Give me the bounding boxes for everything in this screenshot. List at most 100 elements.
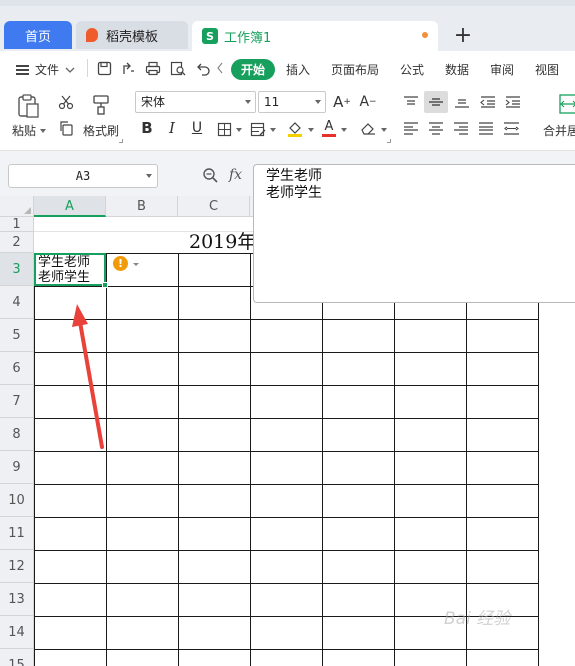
row-header-11[interactable]: 11 [0,517,34,550]
ribbon-tab-formulas[interactable]: 公式 [400,61,424,78]
fill-color-dropdown-icon[interactable] [308,128,314,132]
print-preview-icon[interactable] [170,60,186,76]
row-header-3[interactable]: 3 [0,253,34,286]
align-middle-icon[interactable] [424,91,448,113]
copy-icon[interactable] [57,119,75,137]
row-header-12[interactable]: 12 [0,550,34,583]
tab-workbook[interactable]: S 工作簿1 [192,21,438,51]
decrease-font-size-icon[interactable]: A − [358,92,378,112]
table-border-v [34,253,35,666]
zoom-search-icon[interactable] [201,166,219,184]
merge-center-icon[interactable] [558,91,575,117]
cut-icon[interactable] [57,93,75,111]
warning-dropdown-icon[interactable] [132,262,140,268]
table-border-v [394,253,395,666]
merge-center-label[interactable]: 合并居 [543,122,575,139]
insert-function-icon[interactable]: fx [229,167,242,183]
table-border-h [34,550,538,551]
tab-daoke-templates[interactable]: 稻壳模板 [76,21,188,49]
row-header-4[interactable]: 4 [0,286,34,319]
column-header-b[interactable]: B [106,196,178,217]
font-size-dropdown-icon [315,100,321,104]
row-header-1[interactable]: 1 [0,217,34,232]
row-header-9[interactable]: 9 [0,451,34,484]
tab-home[interactable]: 首页 [4,21,72,49]
menu-bar: 文件 开始 插入 页面布局 公式 数据 审阅 视图 [0,51,575,87]
align-left-icon[interactable] [401,119,421,137]
fill-handle[interactable] [102,282,108,288]
row-header-14[interactable]: 14 [0,616,34,649]
file-menu[interactable]: 文件 [16,61,75,78]
row-header-7[interactable]: 7 [0,385,34,418]
error-warning-icon[interactable]: ! [113,256,128,271]
row-header-6[interactable]: 6 [0,352,34,385]
row-header-10[interactable]: 10 [0,484,34,517]
select-all-corner[interactable] [0,196,34,217]
cell-a3-line-1: 学生老师 [38,255,91,270]
formula-input-expanded[interactable]: 学生老师 老师学生 [253,164,575,303]
font-size-select[interactable]: 11 [258,91,326,113]
sheet-title-cell[interactable]: 2019年 [189,227,256,254]
align-top-icon[interactable] [401,93,421,111]
save-icon[interactable] [96,60,112,76]
increase-indent-icon[interactable] [503,93,523,111]
font-name-dropdown-icon [245,100,251,104]
align-center-icon[interactable] [426,119,446,137]
bold-icon[interactable]: B [138,119,156,137]
scroll-left-icon[interactable] [215,60,225,76]
ribbon-tab-view[interactable]: 视图 [535,61,559,78]
cell-style-dropdown-icon[interactable] [270,128,276,132]
new-tab-plus-icon[interactable]: + [452,25,474,47]
font-color-icon[interactable]: A [320,118,338,138]
decrease-indent-icon[interactable] [478,93,498,111]
row-header-2[interactable]: 2 [0,232,34,253]
borders-icon[interactable] [215,120,233,138]
distributed-align-icon[interactable] [501,119,521,137]
spreadsheet-logo-icon: S [202,28,218,44]
paste-button[interactable]: 粘贴 [12,122,47,139]
increase-font-size-icon[interactable]: A + [332,92,352,112]
column-header-a[interactable]: A [34,196,106,217]
font-name-select[interactable]: 宋体 [135,91,256,113]
table-border-h [34,583,538,584]
table-border-h [34,484,538,485]
export-icon[interactable] [120,60,136,76]
font-color-dropdown-icon[interactable] [341,128,347,132]
clear-format-icon[interactable] [358,119,378,137]
align-bottom-icon[interactable] [452,93,472,111]
justify-icon[interactable] [476,119,496,137]
paste-icon[interactable] [14,92,42,120]
format-painter-icon[interactable] [90,92,112,116]
fill-color-icon[interactable] [285,119,305,139]
undo-icon[interactable] [195,60,211,76]
red-annotation-arrow [72,304,104,449]
unsaved-dot-icon [422,32,428,38]
column-header-c[interactable]: C [178,196,250,217]
clipboard-group-launcher[interactable] [119,139,123,143]
tab-home-label: 首页 [24,29,51,45]
cell-style-icon[interactable] [249,120,267,138]
align-right-icon[interactable] [451,119,471,137]
ribbon-tab-data[interactable]: 数据 [445,61,469,78]
clear-format-dropdown-icon[interactable] [381,128,387,132]
format-painter-label[interactable]: 格式刷 [83,122,119,139]
ribbon-tab-review[interactable]: 审阅 [490,61,514,78]
ribbon-tab-home[interactable]: 开始 [231,59,275,80]
row-header-5[interactable]: 5 [0,319,34,352]
row-header-8[interactable]: 8 [0,418,34,451]
underline-icon[interactable]: U [188,119,206,137]
row-header-15[interactable]: 15 [0,649,34,666]
row-header-13[interactable]: 13 [0,583,34,616]
name-box[interactable]: A3 [8,164,158,188]
ribbon-tab-insert[interactable]: 插入 [286,61,310,78]
italic-icon[interactable]: I [163,119,181,137]
borders-dropdown-icon[interactable] [236,128,242,132]
active-cell-a3[interactable]: 学生老师 老师学生 [34,253,106,286]
table-border-v [178,253,179,666]
print-icon[interactable] [145,60,161,76]
daoke-flame-icon [86,28,98,42]
font-group-launcher[interactable] [387,139,391,143]
ribbon-tab-page-layout[interactable]: 页面布局 [331,61,379,78]
paste-dropdown-icon [40,128,47,133]
ribbon-toolbar: 粘贴 格式刷 宋体 11 A + A − B I U A 合并居 [0,87,575,151]
